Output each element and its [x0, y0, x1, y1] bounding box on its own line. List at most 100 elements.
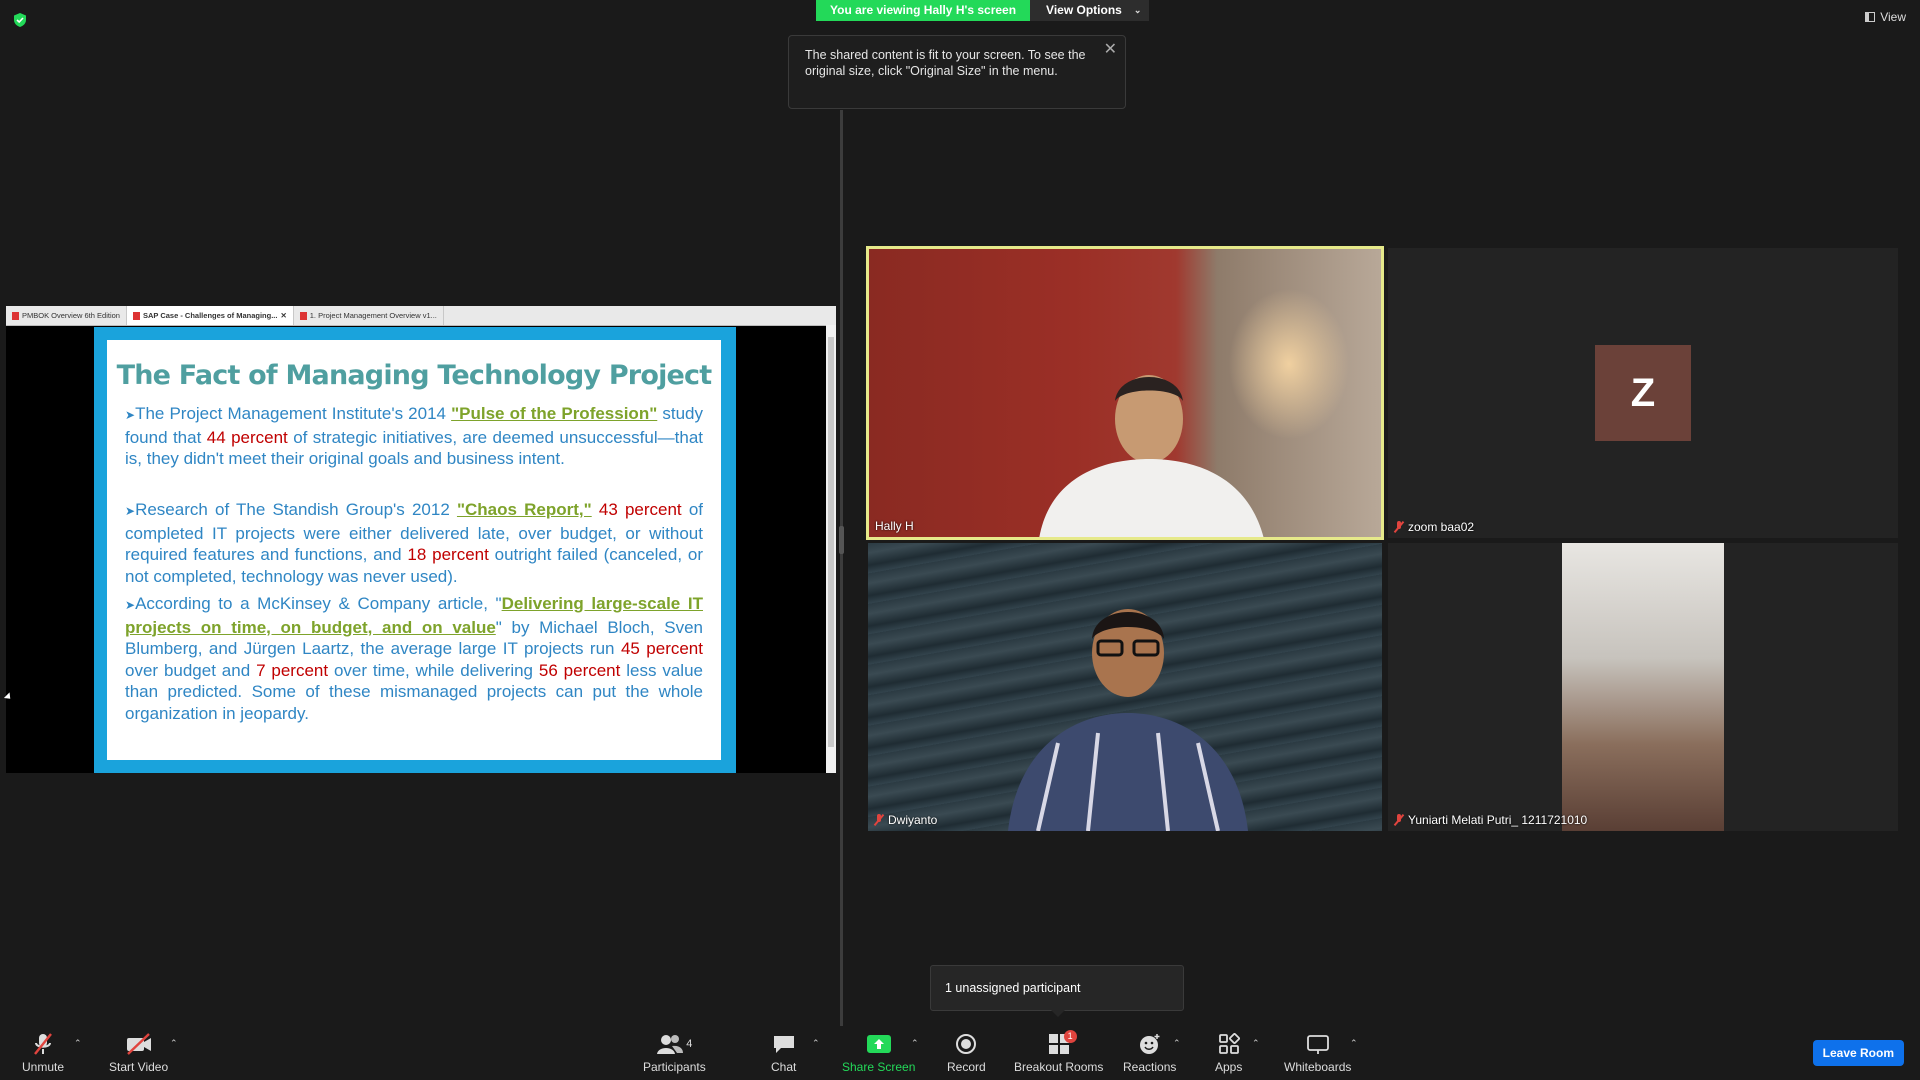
close-icon[interactable]: ✕: [280, 306, 286, 325]
meeting-toolbar: Unmute ⌃ Start Video ⌃ 4 Participants Ch…: [0, 1026, 1920, 1080]
participant-video: [1562, 543, 1724, 831]
chevron-up-icon[interactable]: ⌃: [911, 1038, 919, 1049]
video-tile-dwiyanto[interactable]: Dwiyanto: [868, 543, 1382, 831]
tab-label: SAP Case - Challenges of Managing...: [142, 311, 278, 320]
participant-video: [1008, 609, 1248, 831]
avatar: Z: [1595, 345, 1691, 441]
participant-name: Dwiyanto: [888, 813, 938, 827]
chevron-up-icon[interactable]: ⌃: [170, 1038, 178, 1049]
chevron-up-icon[interactable]: ⌃: [1252, 1038, 1260, 1049]
participant-name: Hally H: [875, 519, 914, 533]
apps-button[interactable]: Apps: [1215, 1032, 1242, 1074]
video-off-icon: [125, 1032, 153, 1056]
divider-handle[interactable]: [839, 526, 844, 554]
whiteboards-label: Whiteboards: [1284, 1060, 1352, 1074]
highlight: 56 percent: [538, 660, 621, 680]
share-screen-label: Share Screen: [842, 1060, 916, 1074]
record-button[interactable]: Record: [947, 1032, 986, 1074]
participants-button[interactable]: 4 Participants: [643, 1032, 706, 1074]
participants-label: Participants: [643, 1060, 706, 1074]
layout-grid-icon: [1865, 12, 1876, 22]
participant-name-label: Hally H: [875, 519, 914, 533]
view-layout-label: View: [1880, 10, 1906, 24]
breakout-rooms-label: Breakout Rooms: [1014, 1060, 1104, 1074]
document-scrollbar[interactable]: [826, 325, 836, 773]
viewing-status: You are viewing Hally H's screen: [816, 0, 1031, 21]
chat-label: Chat: [771, 1060, 797, 1074]
chevron-down-icon: ⌄: [1133, 5, 1142, 15]
chevron-up-icon[interactable]: ⌃: [74, 1038, 82, 1049]
text: over budget and: [125, 660, 257, 680]
encryption-shield-icon[interactable]: [12, 12, 28, 28]
start-video-button[interactable]: Start Video: [109, 1032, 168, 1074]
tab-label: PMBOK Overview 6th Edition: [22, 311, 120, 320]
share-screen-button[interactable]: Share Screen: [842, 1032, 915, 1074]
breakout-rooms-icon: 1: [1048, 1030, 1077, 1056]
participant-name-label: Dwiyanto: [874, 813, 937, 827]
participant-video: [1039, 375, 1264, 537]
chat-icon: [772, 1032, 796, 1056]
view-options-label: View Options: [1046, 3, 1122, 17]
smiley-icon: [1138, 1032, 1162, 1056]
tab-label: 1. Project Management Overview v1...: [309, 311, 437, 320]
close-icon[interactable]: ✕: [1104, 42, 1117, 58]
video-tile-yuniarti[interactable]: Yuniarti Melati Putri_ 1211721010: [1388, 543, 1898, 831]
arrow-bullet-icon: ➤: [125, 408, 136, 422]
fit-to-screen-tooltip: The shared content is fit to your screen…: [788, 35, 1126, 109]
view-layout-button[interactable]: View: [1865, 10, 1906, 24]
text: over time, while delivering: [328, 660, 539, 680]
video-tile-hally[interactable]: Hally H: [866, 246, 1384, 540]
breakout-rooms-button[interactable]: 1 Breakout Rooms: [1014, 1030, 1104, 1074]
mic-muted-icon: [32, 1032, 54, 1056]
pdf-icon: [299, 311, 307, 320]
unmute-button[interactable]: Unmute: [22, 1032, 64, 1074]
popover-text: 1 unassigned participant: [945, 981, 1081, 995]
participant-name: Yuniarti Melati Putri_ 1211721010: [1408, 813, 1588, 827]
slide-link: "Chaos Report,": [456, 500, 592, 519]
arrow-bullet-icon: ➤: [125, 504, 136, 518]
screen-share-banner: You are viewing Hally H's screen View Op…: [816, 0, 1150, 21]
chevron-up-icon[interactable]: ⌃: [1350, 1038, 1358, 1049]
highlight: 45 percent: [620, 639, 703, 658]
participant-name: zoom baa02: [1408, 520, 1475, 534]
slide-link: "Pulse of the Profession": [451, 404, 658, 423]
participant-name-label: zoom baa02: [1394, 520, 1474, 534]
record-icon: [955, 1032, 977, 1056]
scrollbar-thumb[interactable]: [828, 337, 834, 747]
unmute-label: Unmute: [22, 1060, 65, 1074]
document-tab[interactable]: PMBOK Overview 6th Edition: [6, 306, 127, 325]
leave-room-button[interactable]: Leave Room: [1812, 1040, 1904, 1066]
reactions-label: Reactions: [1123, 1060, 1177, 1074]
shared-screen: PMBOK Overview 6th Edition SAP Case - Ch…: [6, 306, 836, 773]
record-label: Record: [947, 1060, 986, 1074]
split-divider[interactable]: [840, 110, 843, 1030]
slide-bullet: ➤According to a McKinsey & Company artic…: [125, 593, 703, 724]
document-tab[interactable]: 1. Project Management Overview v1...: [294, 306, 444, 325]
view-options-button[interactable]: View Options ⌄: [1030, 0, 1150, 21]
document-tab-active[interactable]: SAP Case - Challenges of Managing... ✕: [126, 306, 294, 325]
text: According to a McKinsey & Company articl…: [135, 594, 502, 613]
chevron-up-icon[interactable]: ⌃: [1173, 1038, 1181, 1049]
tooltip-text: The shared content is fit to your screen…: [805, 48, 1086, 78]
slide-bullet: ➤The Project Management Institute's 2014…: [125, 403, 703, 470]
mic-muted-icon: [874, 814, 884, 826]
highlight: 18 percent: [407, 545, 489, 564]
participants-icon: 4: [656, 1032, 692, 1056]
whiteboard-icon: [1306, 1032, 1330, 1056]
whiteboards-button[interactable]: Whiteboards: [1284, 1032, 1351, 1074]
share-screen-icon: [866, 1032, 892, 1056]
mic-muted-icon: [1394, 521, 1404, 533]
video-tile-zoom-baa02[interactable]: Z zoom baa02: [1388, 248, 1898, 538]
slide: The Fact of Managing Technology Project …: [94, 327, 736, 773]
start-video-label: Start Video: [109, 1060, 169, 1074]
pdf-icon: [12, 311, 19, 320]
apps-icon: [1218, 1032, 1240, 1056]
unassigned-participant-popover[interactable]: 1 unassigned participant: [930, 965, 1184, 1017]
participants-count: 4: [686, 1038, 693, 1050]
slide-content: The Fact of Managing Technology Project …: [107, 340, 721, 760]
arrow-bullet-icon: ➤: [125, 598, 136, 612]
slide-title: The Fact of Managing Technology Project: [116, 360, 713, 391]
chevron-up-icon[interactable]: ⌃: [812, 1038, 820, 1049]
chat-button[interactable]: Chat: [771, 1032, 796, 1074]
reactions-button[interactable]: Reactions: [1123, 1032, 1176, 1074]
